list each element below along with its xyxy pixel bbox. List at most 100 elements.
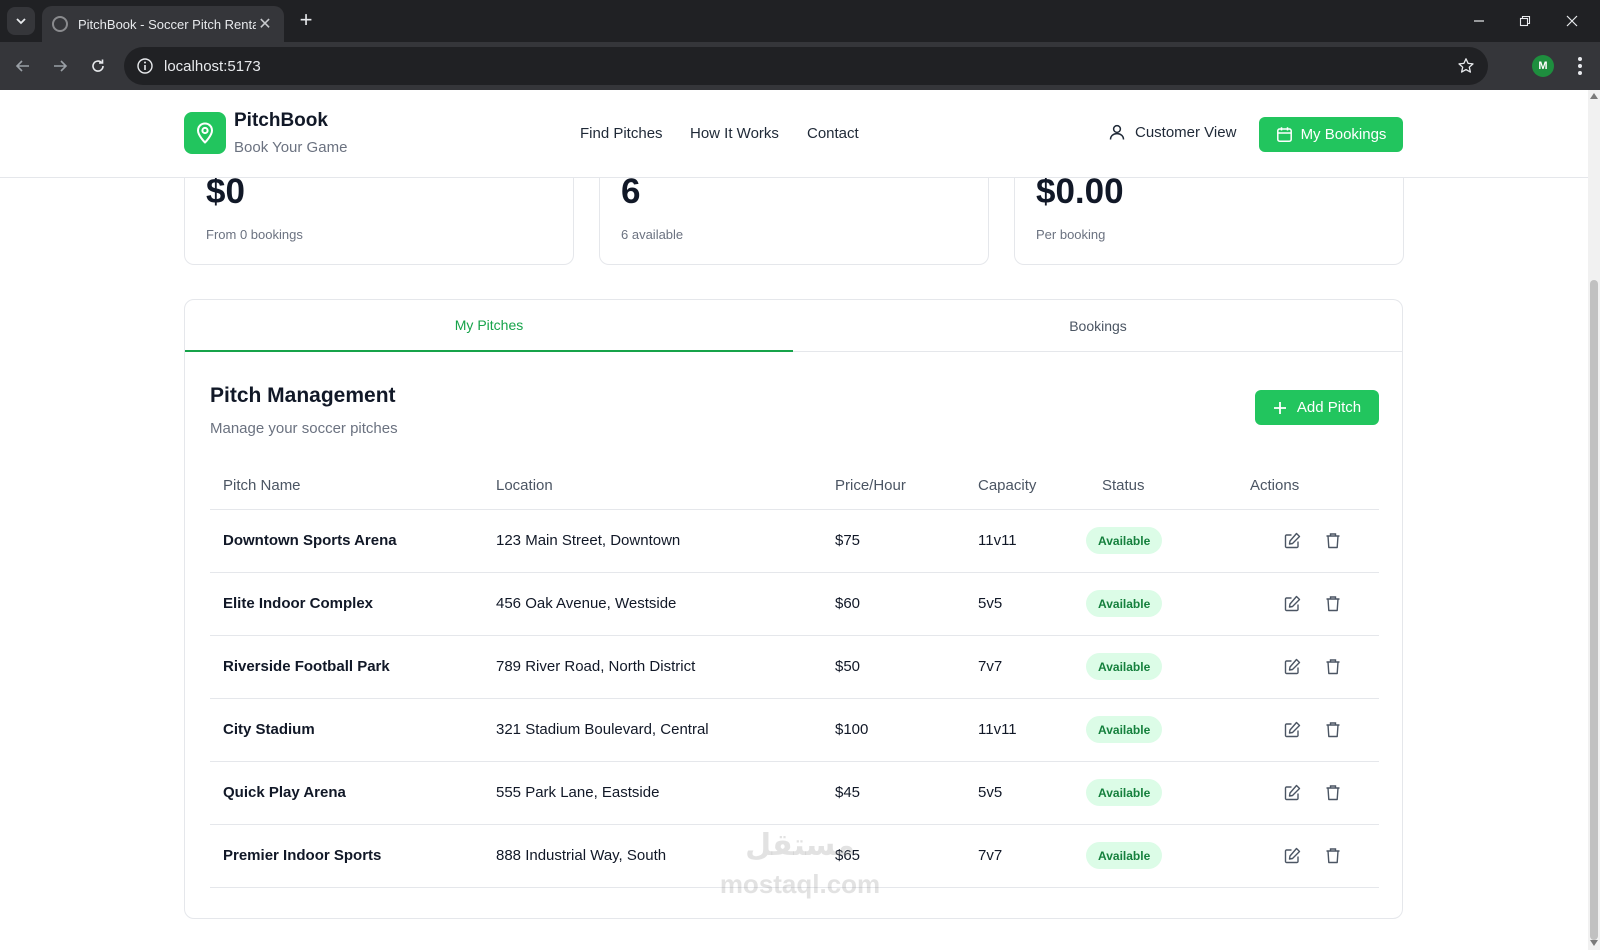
minimize-icon — [1474, 20, 1484, 22]
edit-pitch-button[interactable] — [1282, 719, 1302, 739]
trash-icon — [1326, 532, 1340, 548]
calendar-icon — [1276, 127, 1292, 142]
pitch-capacity: 11v11 — [978, 532, 1017, 549]
new-tab-button[interactable]: + — [294, 9, 318, 33]
pitch-name: Riverside Football Park — [223, 658, 390, 675]
delete-pitch-button[interactable] — [1323, 530, 1343, 550]
section-title: Pitch Management — [210, 384, 396, 407]
pitch-price: $50 — [835, 658, 861, 675]
scroll-down-icon[interactable] — [1590, 940, 1598, 946]
edit-icon — [1284, 595, 1300, 611]
delete-pitch-button[interactable] — [1323, 593, 1343, 613]
edit-pitch-button[interactable] — [1282, 782, 1302, 802]
url-text: localhost:5173 — [164, 57, 261, 75]
table-row: City Stadium 321 Stadium Boulevard, Cent… — [210, 699, 1379, 762]
table-row: Downtown Sports Arena 123 Main Street, D… — [210, 510, 1379, 573]
edit-icon — [1284, 532, 1300, 548]
delete-pitch-button[interactable] — [1323, 782, 1343, 802]
nav-link-how-it-works[interactable]: How It Works — [690, 125, 779, 142]
back-button[interactable] — [9, 52, 37, 80]
my-bookings-button[interactable]: My Bookings — [1259, 117, 1403, 152]
customer-view-button[interactable]: Customer View — [1108, 123, 1236, 141]
pitches-table: Pitch Name Location Price/Hour Capacity … — [210, 460, 1379, 888]
column-header-capacity: Capacity — [978, 477, 1037, 494]
pitch-name: Elite Indoor Complex — [223, 595, 374, 612]
pitch-name: Quick Play Arena — [223, 784, 346, 801]
browser-tab[interactable]: PitchBook - Soccer Pitch Rental ✕ — [42, 6, 284, 42]
close-window-button[interactable] — [1555, 8, 1589, 34]
stat-value: $0 — [206, 172, 245, 211]
tab-title: PitchBook - Soccer Pitch Rental — [78, 16, 256, 32]
pitch-name: Premier Indoor Sports — [223, 847, 382, 864]
reload-icon — [92, 59, 104, 72]
nav-link-contact[interactable]: Contact — [807, 125, 859, 142]
trash-icon — [1326, 721, 1340, 737]
edit-pitch-button[interactable] — [1282, 593, 1302, 613]
tab-my-pitches[interactable]: My Pitches — [185, 300, 793, 352]
user-icon — [1109, 124, 1125, 140]
restore-button[interactable] — [1508, 8, 1542, 34]
pitch-location: 123 Main Street, Downtown — [496, 532, 681, 549]
pitch-location: 888 Industrial Way, South — [496, 847, 667, 864]
watermark: مستقل mostaql.com — [719, 829, 881, 899]
info-icon[interactable] — [136, 57, 154, 75]
status-badge: Available — [1086, 716, 1163, 743]
chevron-down-icon — [16, 18, 26, 25]
status-badge: Available — [1086, 527, 1163, 554]
bookmark-button[interactable] — [1454, 54, 1478, 78]
status-badge: Available — [1086, 842, 1163, 869]
logo[interactable] — [184, 112, 226, 154]
arrow-left-icon — [15, 60, 29, 72]
browser-tab-bar: PitchBook - Soccer Pitch Rental ✕ + — [0, 0, 1600, 42]
edit-pitch-button[interactable] — [1282, 656, 1302, 676]
column-header-price: Price/Hour — [835, 477, 906, 494]
delete-pitch-button[interactable] — [1323, 719, 1343, 739]
brand-tagline: Book Your Game — [234, 139, 348, 156]
pitch-capacity: 7v7 — [978, 847, 1003, 864]
pitch-location: 789 River Road, North District — [496, 658, 696, 675]
delete-pitch-button[interactable] — [1323, 656, 1343, 676]
pitch-price: $60 — [835, 595, 861, 612]
delete-pitch-button[interactable] — [1323, 845, 1343, 865]
profile-avatar[interactable]: M — [1532, 55, 1554, 77]
tab-search-button[interactable] — [7, 7, 35, 35]
stat-subtext: 6 available — [621, 227, 684, 242]
pitch-price: $75 — [835, 532, 861, 549]
pitch-capacity: 7v7 — [978, 658, 1003, 675]
browser-menu-icon[interactable] — [1572, 54, 1588, 78]
edit-pitch-button[interactable] — [1282, 530, 1302, 550]
status-badge: Available — [1086, 779, 1163, 806]
pitch-capacity: 11v11 — [978, 721, 1017, 738]
close-icon — [1566, 15, 1578, 27]
edit-icon — [1284, 847, 1300, 863]
stat-value: 6 — [621, 172, 641, 211]
edit-pitch-button[interactable] — [1282, 845, 1302, 865]
customer-view-label: Customer View — [1135, 123, 1237, 141]
stat-subtext: Per booking — [1036, 227, 1106, 242]
trash-icon — [1326, 595, 1340, 611]
section-subtitle: Manage your soccer pitches — [210, 420, 398, 437]
trash-icon — [1326, 658, 1340, 674]
edit-icon — [1284, 784, 1300, 800]
reload-button[interactable] — [84, 52, 112, 80]
restore-icon — [1519, 15, 1531, 27]
scroll-up-icon[interactable] — [1590, 93, 1598, 99]
table-row: Quick Play Arena 555 Park Lane, Eastside… — [210, 762, 1379, 825]
column-header-name: Pitch Name — [223, 477, 301, 494]
forward-button[interactable] — [46, 52, 74, 80]
minimize-button[interactable] — [1462, 8, 1496, 34]
scroll-thumb[interactable] — [1590, 280, 1598, 940]
tab-bookings[interactable]: Bookings — [794, 300, 1402, 352]
address-bar[interactable]: localhost:5173 — [124, 47, 1488, 85]
brand-name[interactable]: PitchBook — [234, 110, 328, 132]
my-bookings-label: My Bookings — [1300, 126, 1387, 143]
page-scrollbar[interactable] — [1588, 90, 1600, 950]
status-badge: Available — [1086, 590, 1163, 617]
plus-icon — [1273, 401, 1286, 414]
page-viewport: $0 From 0 bookings 6 6 available $0.00 P… — [0, 90, 1600, 950]
pitch-management-panel: My Pitches Bookings Pitch Management Man… — [184, 299, 1403, 919]
add-pitch-button[interactable]: Add Pitch — [1255, 390, 1379, 425]
nav-link-find-pitches[interactable]: Find Pitches — [580, 125, 663, 142]
close-icon[interactable]: ✕ — [256, 14, 274, 34]
globe-icon — [52, 16, 68, 32]
